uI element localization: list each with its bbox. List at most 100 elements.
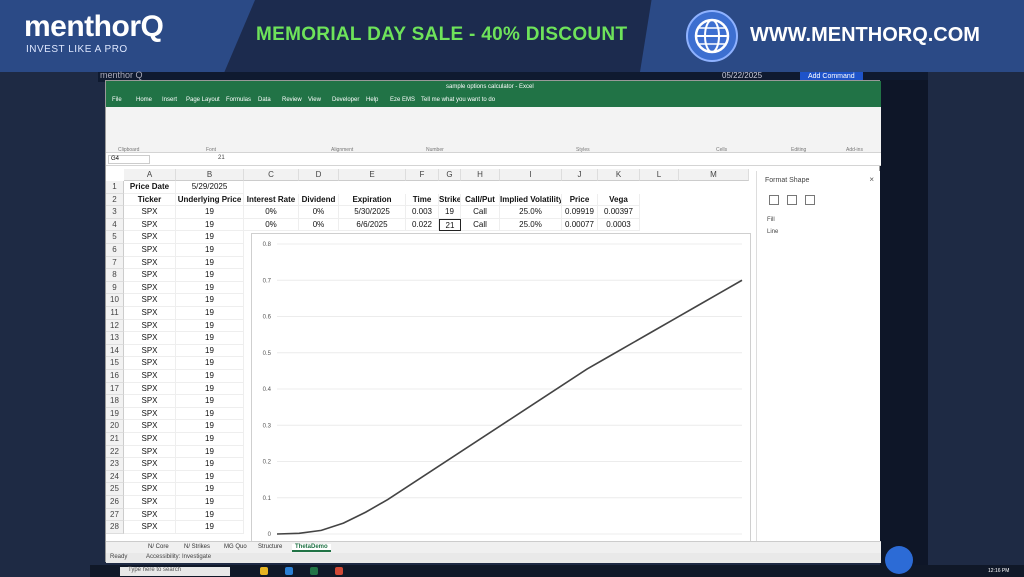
data-cell[interactable]: 0.003: [406, 206, 439, 219]
browser-icon[interactable]: [285, 567, 293, 575]
sheet-tab-n-core[interactable]: N/ Core: [148, 544, 169, 550]
row-header[interactable]: 2: [106, 193, 124, 207]
row-header[interactable]: 18: [106, 395, 124, 408]
underlying-price-cell[interactable]: 19: [176, 496, 244, 509]
menu-formulas[interactable]: Formulas: [226, 97, 251, 103]
ticker-cell[interactable]: SPX: [124, 382, 176, 396]
app-icon[interactable]: [335, 567, 343, 575]
underlying-price-cell[interactable]: 19: [176, 231, 244, 244]
underlying-price-cell[interactable]: 19: [176, 281, 244, 295]
ticker-cell[interactable]: SPX: [124, 470, 176, 484]
column-header-G[interactable]: G: [439, 169, 461, 181]
price-date-value[interactable]: 5/29/2025: [176, 181, 244, 194]
taskbar-search[interactable]: Type here to search: [120, 567, 230, 576]
formula-input[interactable]: 21: [218, 155, 225, 161]
data-cell[interactable]: SPX: [124, 206, 176, 219]
ticker-cell[interactable]: SPX: [124, 420, 176, 433]
row-header[interactable]: 25: [106, 483, 124, 496]
underlying-price-cell[interactable]: 19: [176, 256, 244, 270]
chat-icon[interactable]: [885, 546, 913, 574]
underlying-price-cell[interactable]: 19: [176, 445, 244, 459]
fill-line-icon[interactable]: [769, 195, 779, 205]
ticker-cell[interactable]: SPX: [124, 319, 176, 333]
underlying-price-cell[interactable]: 19: [176, 344, 244, 358]
underlying-price-cell[interactable]: 19: [176, 483, 244, 496]
data-cell[interactable]: 19: [439, 206, 461, 219]
ticker-cell[interactable]: SPX: [124, 281, 176, 295]
underlying-price-cell[interactable]: 19: [176, 294, 244, 307]
row-header[interactable]: 11: [106, 307, 124, 320]
column-header-E[interactable]: E: [339, 169, 406, 181]
ticker-cell[interactable]: SPX: [124, 445, 176, 459]
column-header-J[interactable]: J: [562, 169, 598, 181]
accessibility-status[interactable]: Accessibility: Investigate: [146, 554, 211, 560]
row-header[interactable]: 3: [106, 206, 124, 219]
menu-page-layout[interactable]: Page Layout: [186, 97, 220, 103]
data-cell[interactable]: 5/30/2025: [339, 206, 406, 219]
data-cell[interactable]: 0%: [244, 218, 299, 232]
row-header[interactable]: 10: [106, 294, 124, 307]
line-chart[interactable]: 0 0.1 0.2 0.3 0.4 0.5 0.6 0.7 0.8: [251, 233, 751, 543]
underlying-price-cell[interactable]: 19: [176, 433, 244, 446]
series-line[interactable]: [276, 279, 743, 535]
row-header[interactable]: 15: [106, 357, 124, 370]
column-title[interactable]: Underlying Price: [176, 193, 244, 207]
ticker-cell[interactable]: SPX: [124, 332, 176, 345]
ticker-cell[interactable]: SPX: [124, 269, 176, 282]
row-header[interactable]: 7: [106, 256, 124, 270]
row-header[interactable]: 13: [106, 332, 124, 345]
row-header[interactable]: 5: [106, 231, 124, 244]
row-header[interactable]: 26: [106, 496, 124, 509]
data-cell[interactable]: 6/6/2025: [339, 218, 406, 232]
sheet-tab-thetademo[interactable]: ThetaDemo: [292, 544, 331, 552]
ticker-cell[interactable]: SPX: [124, 496, 176, 509]
data-cell[interactable]: 25.0%: [500, 218, 562, 232]
column-title[interactable]: Expiration: [339, 193, 406, 207]
column-header-M[interactable]: M: [679, 169, 749, 181]
menu-insert[interactable]: Insert: [162, 97, 177, 103]
column-title[interactable]: Interest Rate: [244, 193, 299, 207]
underlying-price-cell[interactable]: 19: [176, 382, 244, 396]
data-cell[interactable]: 0.0003: [598, 218, 640, 232]
data-cell[interactable]: 0%: [244, 206, 299, 219]
data-cell[interactable]: 19: [176, 218, 244, 232]
column-header-C[interactable]: C: [244, 169, 299, 181]
effects-icon[interactable]: [787, 195, 797, 205]
data-cell[interactable]: 0.022: [406, 218, 439, 232]
ticker-cell[interactable]: SPX: [124, 294, 176, 307]
column-header-H[interactable]: H: [461, 169, 500, 181]
column-header-F[interactable]: F: [406, 169, 439, 181]
row-header[interactable]: 14: [106, 344, 124, 358]
column-header-I[interactable]: I: [500, 169, 562, 181]
data-cell[interactable]: Call: [461, 206, 500, 219]
ticker-cell[interactable]: SPX: [124, 244, 176, 257]
data-cell[interactable]: SPX: [124, 218, 176, 232]
menu-developer[interactable]: Developer: [332, 97, 359, 103]
underlying-price-cell[interactable]: 19: [176, 508, 244, 522]
column-title[interactable]: Price: [562, 193, 598, 207]
ticker-cell[interactable]: SPX: [124, 508, 176, 522]
row-header[interactable]: 12: [106, 319, 124, 333]
column-header-K[interactable]: K: [598, 169, 640, 181]
underlying-price-cell[interactable]: 19: [176, 370, 244, 383]
row-header[interactable]: 19: [106, 407, 124, 421]
sheet-tab-n-strikes[interactable]: N/ Strikes: [184, 544, 210, 550]
ticker-cell[interactable]: SPX: [124, 458, 176, 471]
menu-eze-ems[interactable]: Eze EMS: [390, 97, 415, 103]
underlying-price-cell[interactable]: 19: [176, 395, 244, 408]
menu-review[interactable]: Review: [282, 97, 302, 103]
row-header[interactable]: 21: [106, 433, 124, 446]
column-title[interactable]: Ticker: [124, 193, 176, 207]
row-header[interactable]: 6: [106, 244, 124, 257]
close-icon[interactable]: ×: [869, 175, 874, 184]
underlying-price-cell[interactable]: 19: [176, 470, 244, 484]
row-header[interactable]: 16: [106, 370, 124, 383]
menu-home[interactable]: Home: [136, 97, 152, 103]
ticker-cell[interactable]: SPX: [124, 357, 176, 370]
name-box[interactable]: G4: [108, 155, 150, 164]
menu-file[interactable]: File: [112, 97, 122, 103]
underlying-price-cell[interactable]: 19: [176, 319, 244, 333]
website-url[interactable]: WWW.MENTHORQ.COM: [750, 24, 980, 47]
data-cell[interactable]: 0%: [299, 218, 339, 232]
ticker-cell[interactable]: SPX: [124, 231, 176, 244]
